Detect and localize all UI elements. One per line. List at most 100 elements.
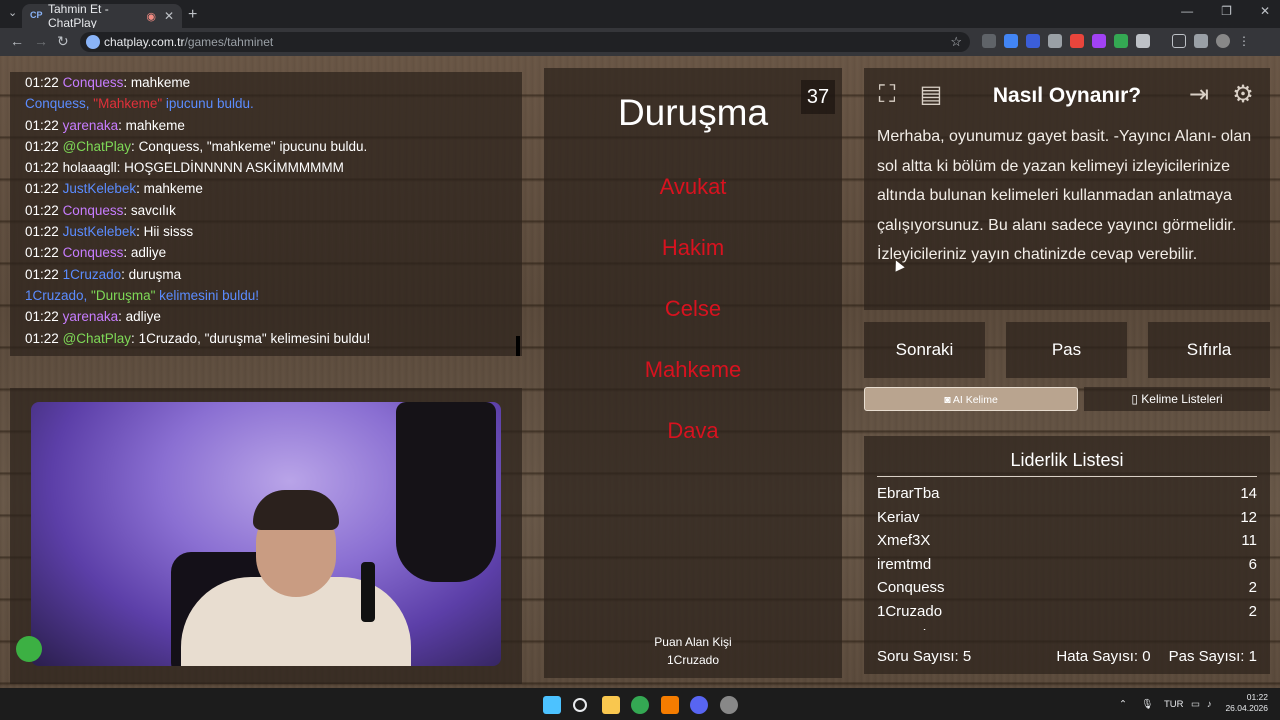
clock-time: 01:22: [1246, 692, 1268, 702]
chat-message: 01:22 JustKelebek: mahkeme: [25, 178, 507, 199]
chat-username[interactable]: Conquess: [63, 203, 124, 218]
exit-icon[interactable]: ⇥: [1184, 80, 1214, 110]
chat-system-text: "Mahkeme": [93, 96, 163, 112]
tray-chevron-icon[interactable]: ⌃: [1119, 699, 1127, 710]
close-tab-icon[interactable]: ✕: [164, 9, 174, 23]
pass-button[interactable]: Pas: [1006, 322, 1127, 378]
discord-icon[interactable]: [690, 696, 708, 714]
obs-icon[interactable]: [720, 696, 738, 714]
extension-icon[interactable]: [1004, 34, 1018, 48]
puzzle-icon[interactable]: [1136, 34, 1150, 48]
chat-system-text: kelimesini buldu!: [155, 287, 259, 303]
next-button[interactable]: Sonraki: [864, 322, 985, 378]
word-lists-tab[interactable]: ▯ Kelime Listeleri: [1084, 387, 1270, 411]
system-clock[interactable]: 01:22 26.04.2026: [1225, 692, 1268, 714]
file-explorer-icon[interactable]: [602, 696, 620, 714]
scorer-box: Puan Alan Kişi 1Cruzado: [544, 633, 842, 669]
chat-panel: 01:22 Conquess: mahkeme Conquess, "Mahkem…: [10, 72, 522, 356]
chrome-icon[interactable]: [631, 696, 649, 714]
player-name: Keriav: [877, 508, 920, 526]
chat-messages: 01:22 Conquess: mahkeme Conquess, "Mahkem…: [25, 72, 507, 349]
volume-icon[interactable]: ♪: [1207, 699, 1212, 710]
new-tab-icon[interactable]: +: [188, 6, 197, 24]
extension-icon[interactable]: [1070, 34, 1084, 48]
chat-text: HOŞGELDİNNNNN ASKİMMMMMM: [124, 160, 344, 176]
reset-button[interactable]: Sıfırla: [1148, 322, 1270, 378]
chat-time: 01:22: [25, 160, 59, 176]
chat-username[interactable]: holaaagll: [63, 160, 117, 175]
menu-icon[interactable]: ⋮: [1238, 34, 1250, 48]
forbidden-word: Mahkeme: [644, 357, 742, 382]
extension-icon[interactable]: [1048, 34, 1062, 48]
forbidden-word: Hakim: [661, 235, 725, 260]
forward-icon[interactable]: →: [34, 33, 48, 49]
player-name: Conquess: [877, 579, 945, 597]
scorer-name: 1Cruzado: [666, 653, 720, 667]
chat-username[interactable]: 1Cruzado: [63, 267, 122, 282]
chat-separator: :: [123, 75, 131, 90]
download-icon[interactable]: [1172, 34, 1186, 48]
chat-message: 01:22 Conquess: savcılık: [25, 200, 507, 221]
clock-date: 26.04.2026: [1225, 703, 1268, 713]
chat-username[interactable]: JustKelebek: [63, 224, 137, 239]
chat-username[interactable]: @ChatPlay: [63, 331, 131, 346]
microphone-icon[interactable]: 🎙: [1141, 699, 1153, 710]
chat-username[interactable]: JustKelebek: [63, 181, 137, 196]
forbidden-word: Avukat: [659, 174, 727, 199]
chat-scrollbar[interactable]: [516, 336, 520, 356]
questions-count: 5: [962, 648, 972, 665]
chat-username[interactable]: Conquess: [63, 245, 124, 260]
leaderboard-row: 1Cruzado 2: [877, 600, 1257, 624]
network-icon[interactable]: ▭: [1191, 699, 1200, 710]
media-icon[interactable]: [1194, 34, 1208, 48]
leaderboard-title: Liderlik Listesi: [1010, 450, 1124, 470]
chat-time: 01:22: [25, 224, 59, 240]
ai-word-tab[interactable]: ◙ AI Kelime: [864, 387, 1078, 411]
player-score: 12: [1240, 508, 1257, 526]
chat-text: adliye: [130, 245, 167, 261]
player-score: 6: [1248, 555, 1257, 573]
chat-username[interactable]: yarenaka: [63, 309, 119, 324]
extension-icon[interactable]: [1026, 34, 1040, 48]
back-icon[interactable]: ←: [10, 33, 24, 49]
site-info-icon[interactable]: [86, 35, 100, 49]
bookmark-star-icon[interactable]: ☆: [950, 34, 962, 50]
minimize-icon[interactable]: —: [1181, 4, 1193, 18]
robot-icon: ◙: [944, 394, 953, 406]
chat-text: mahkeme: [143, 181, 203, 197]
scorer-label: Puan Alan Kişi: [654, 635, 732, 649]
windows-start-icon[interactable]: [543, 696, 561, 714]
maximize-icon[interactable]: ❐: [1221, 4, 1232, 18]
chat-message: Conquess, "Mahkeme" ipucunu buldu.: [25, 93, 507, 114]
extension-icon[interactable]: [982, 34, 996, 48]
chat-username[interactable]: Conquess: [63, 75, 124, 90]
avatar[interactable]: [1216, 34, 1230, 48]
close-window-icon[interactable]: ✕: [1260, 4, 1270, 18]
player-score: 2: [1248, 602, 1257, 620]
player-name: iremtmd: [877, 555, 932, 573]
search-icon[interactable]: [573, 698, 587, 712]
url-input[interactable]: chatplay.com.tr/games/tahminet ☆: [80, 32, 970, 52]
gear-icon[interactable]: ⚙: [1228, 80, 1258, 110]
extension-icon[interactable]: [1092, 34, 1106, 48]
language-indicator[interactable]: TUR: [1164, 699, 1184, 710]
passes-label: Pas Sayısı:: [1168, 648, 1245, 665]
player-score: 2: [1248, 579, 1257, 597]
extension-icon[interactable]: [1114, 34, 1128, 48]
chat-username[interactable]: @ChatPlay: [63, 139, 131, 154]
chat-separator: :: [136, 224, 144, 240]
app-icon[interactable]: [661, 696, 679, 714]
browser-tab-tahmin-et[interactable]: CP Tahmin Et - ChatPlay ◉ ✕: [22, 2, 182, 30]
chat-text: Conquess, "mahkeme" ipucunu buldu.: [138, 138, 368, 154]
chat-separator: :: [118, 309, 126, 325]
chat-text: Hii sisss: [143, 224, 194, 240]
leaderboard-rows[interactable]: EbrarTba 14 Keriav 12 Xmef3X 11 iremtmd 6 Conque…: [877, 482, 1257, 630]
reload-icon[interactable]: ↻: [57, 33, 69, 50]
chat-time: 01:22: [25, 309, 59, 325]
tab-list-icon[interactable]: ⌄: [8, 6, 17, 19]
chat-time: 01:22: [25, 330, 59, 346]
word-lists-label: Kelime Listeleri: [1141, 392, 1223, 406]
leaderboard-row: Xmef3X 11: [877, 529, 1257, 553]
player-name: Xmef3X: [877, 532, 931, 550]
chat-username[interactable]: yarenaka: [63, 118, 119, 133]
